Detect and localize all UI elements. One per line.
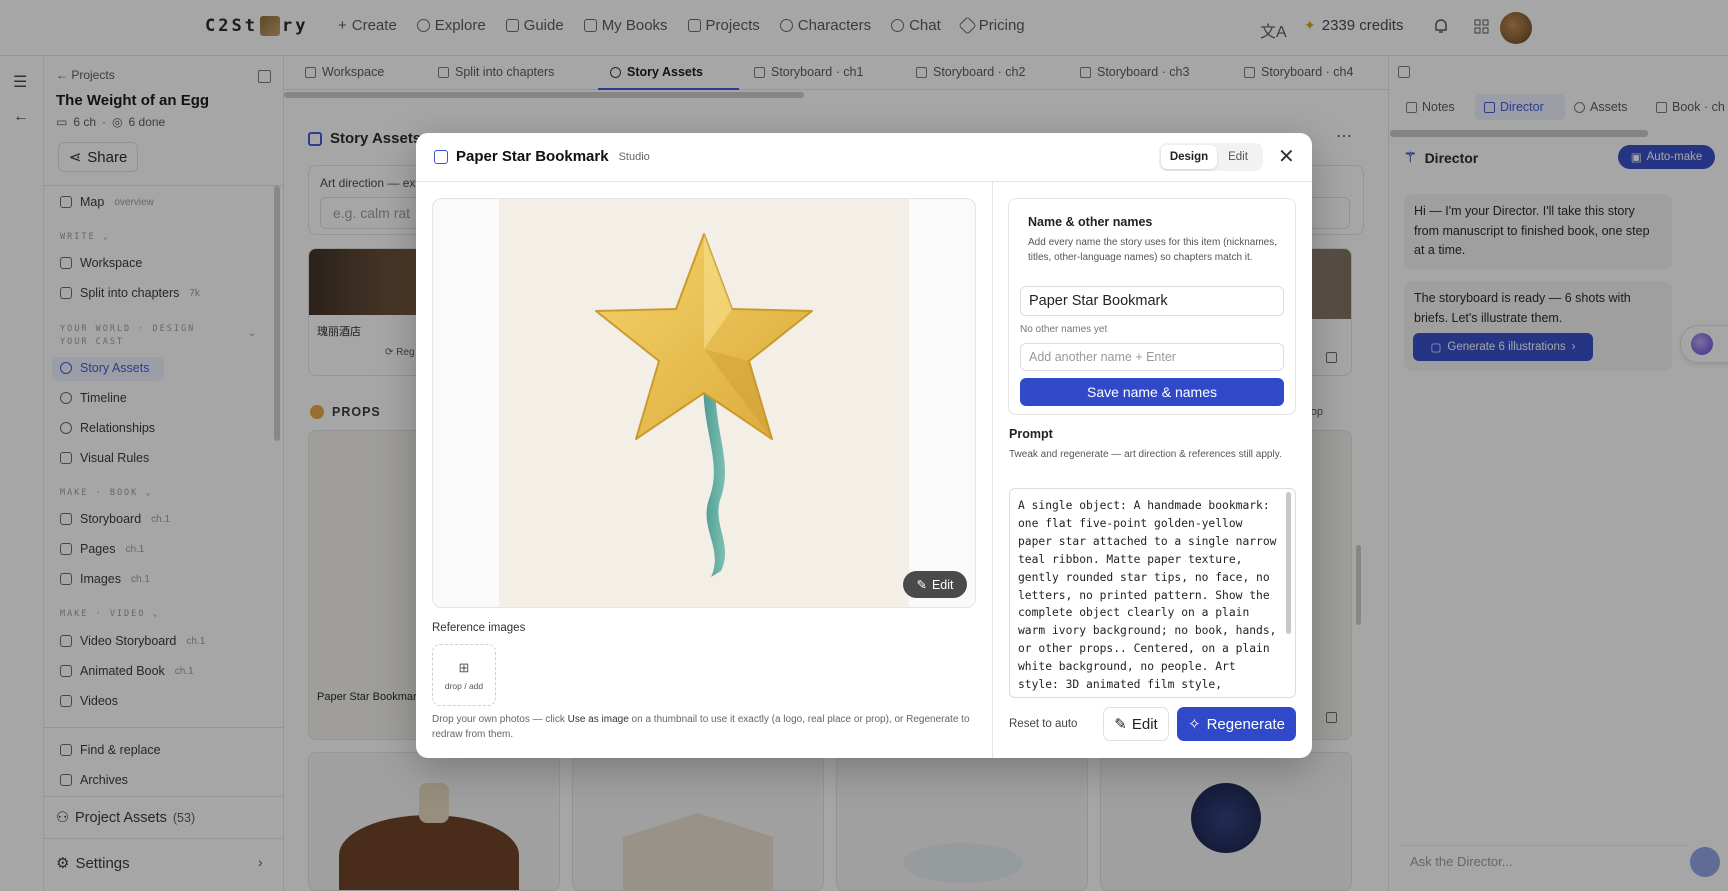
- help-text-1: Drop your own photos — click: [432, 714, 568, 725]
- no-names-text: No other names yet: [1020, 324, 1108, 335]
- edit-button[interactable]: ✎ Edit: [1103, 707, 1169, 741]
- asset-studio-modal: Paper Star Bookmark Studio Design Edit ✕…: [416, 133, 1312, 758]
- save-names-button[interactable]: Save name & names: [1020, 378, 1284, 406]
- grid-icon: [434, 149, 448, 164]
- regenerate-label: Regenerate: [1206, 715, 1285, 733]
- edit-label: Edit: [1131, 715, 1158, 733]
- generated-image: [499, 199, 909, 607]
- generated-image-frame: [432, 198, 976, 608]
- help-text-bold: Use as image: [567, 714, 629, 725]
- modal-title-text: Paper Star Bookmark: [456, 148, 609, 165]
- close-icon[interactable]: ✕: [1278, 147, 1295, 167]
- image-edit-button[interactable]: ✎ Edit: [903, 571, 967, 598]
- prompt-help: Tweak and regenerate — art direction & r…: [1009, 449, 1282, 460]
- modal-subtitle: Studio: [618, 150, 650, 163]
- paper-star-illustration: [595, 233, 813, 577]
- add-image-icon: ⊞: [458, 659, 470, 675]
- names-title: Name & other names: [1028, 215, 1153, 229]
- prompt-textarea[interactable]: A single object: A handmade bookmark: on…: [1009, 488, 1296, 698]
- dropzone-label: drop / add: [444, 680, 484, 691]
- prompt-scrollbar[interactable]: [1286, 492, 1291, 634]
- image-edit-label: Edit: [931, 577, 954, 592]
- reference-dropzone[interactable]: ⊞ drop / add: [432, 644, 496, 706]
- regenerate-button[interactable]: ✧ Regenerate: [1177, 707, 1296, 741]
- sparkle-icon: ✧: [1188, 716, 1201, 733]
- mode-design-button[interactable]: Design: [1161, 145, 1217, 169]
- reset-to-auto-button[interactable]: Reset to auto: [1009, 718, 1077, 730]
- reference-images-label: Reference images: [432, 622, 526, 634]
- mode-toggle: Design Edit: [1159, 143, 1263, 171]
- prompt-title: Prompt: [1009, 427, 1053, 441]
- mode-edit-button[interactable]: Edit: [1217, 145, 1259, 169]
- add-name-input[interactable]: Add another name + Enter: [1020, 343, 1284, 371]
- dropzone-help: Drop your own photos — click Use as imag…: [432, 712, 972, 742]
- names-help: Add every name the story uses for this i…: [1028, 237, 1277, 263]
- prompt-text: A single object: A handmade bookmark: on…: [1018, 499, 1277, 697]
- primary-name-input[interactable]: Paper Star Bookmark: [1020, 286, 1284, 316]
- divider: [992, 182, 993, 758]
- modal-title: Paper Star Bookmark Studio: [434, 148, 650, 165]
- pencil-icon: ✎: [1114, 716, 1127, 733]
- divider: [416, 181, 1312, 182]
- pencil-icon: ✎: [916, 578, 927, 592]
